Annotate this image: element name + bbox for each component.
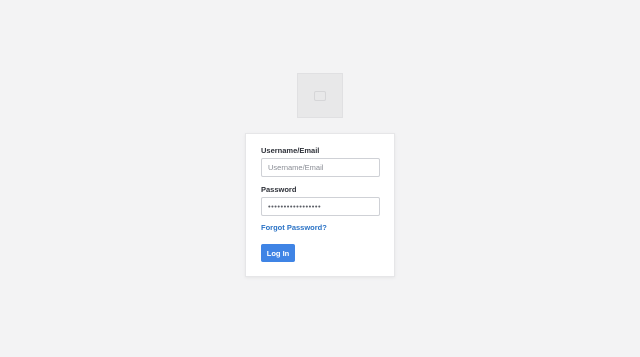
password-input[interactable]: [261, 197, 380, 216]
login-button[interactable]: Log In: [261, 244, 295, 262]
image-placeholder-icon: [314, 90, 326, 101]
forgot-password-link[interactable]: Forgot Password?: [261, 223, 327, 232]
username-label: Username/Email: [261, 146, 320, 155]
password-label: Password: [261, 185, 297, 194]
logo-placeholder: [297, 73, 343, 118]
login-card: Username/Email Password Forgot Password?…: [245, 133, 395, 277]
username-input[interactable]: [261, 158, 380, 177]
